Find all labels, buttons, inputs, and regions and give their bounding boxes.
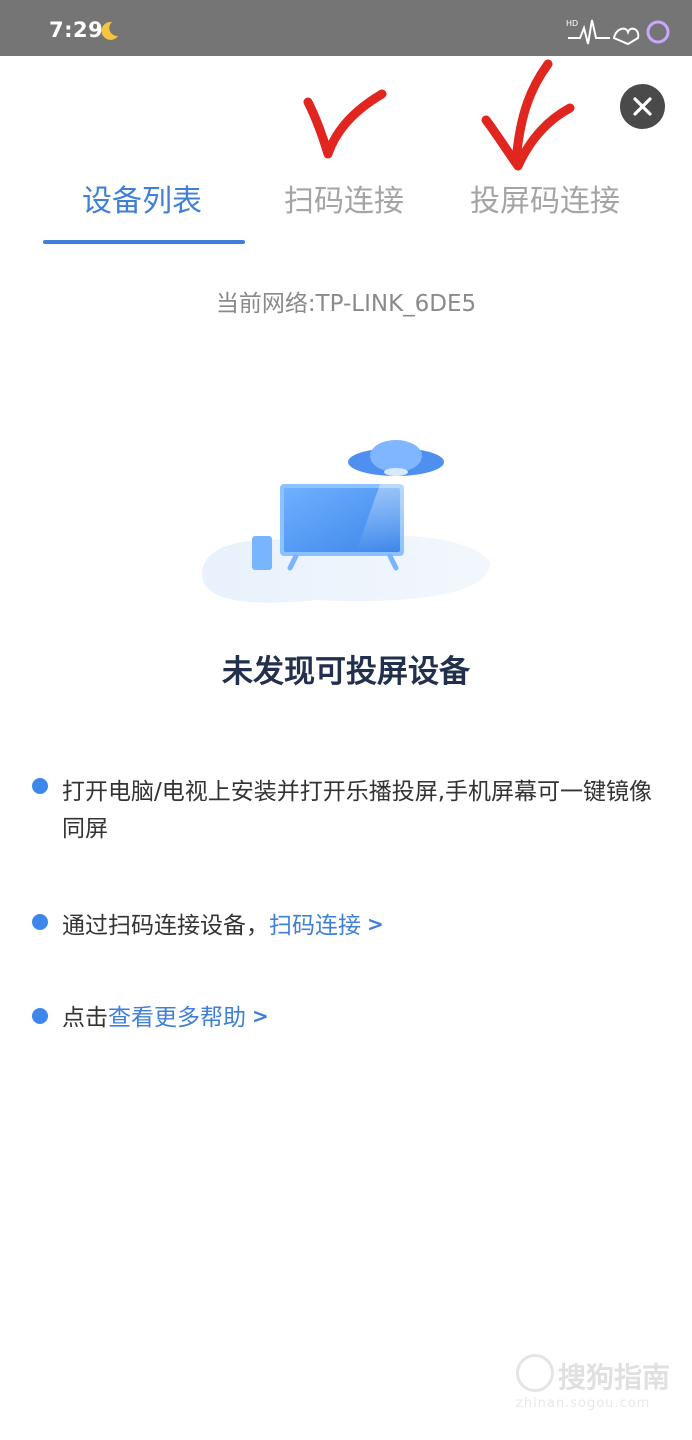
tip-scan-connect: 通过扫码连接设备，扫码连接 >: [62, 906, 384, 945]
phone-icon: [252, 536, 272, 570]
bullet-dot: [32, 1008, 48, 1024]
bullet-dot: [32, 914, 48, 930]
tip-more-help: 点击查看更多帮助 >: [62, 998, 269, 1037]
tab-cast-code-connect[interactable]: 投屏码连接: [470, 182, 620, 222]
svg-text:HD: HD: [566, 19, 578, 28]
tip-scan-text: 通过扫码连接设备，: [62, 913, 269, 939]
close-button[interactable]: [620, 84, 665, 129]
more-help-link[interactable]: 查看更多帮助: [108, 1005, 246, 1031]
watermark-url: zhinan.sogou.com: [516, 1396, 651, 1411]
tab-device-list[interactable]: 设备列表: [82, 182, 202, 222]
sogou-watermark: 搜狗指南 zhinan.sogou.com: [516, 1354, 676, 1424]
current-network-label: 当前网络:TP-LINK_6DE5: [215, 291, 477, 317]
no-device-illustration: [201, 440, 491, 603]
moon-icon: [101, 21, 118, 40]
battery-icon: [646, 20, 670, 44]
tab-scan-connect[interactable]: 扫码连接: [284, 182, 404, 222]
chevron-right-icon: >: [252, 1004, 269, 1028]
wifi-icon: [612, 27, 640, 46]
ufo-icon: [348, 440, 444, 476]
annotation-arrow-mark: [481, 59, 575, 171]
bullet-dot: [32, 778, 48, 794]
scan-connect-link[interactable]: 扫码连接: [269, 913, 361, 939]
watermark-text: 搜狗指南: [558, 1361, 671, 1394]
empty-state-title: 未发现可投屏设备: [222, 654, 470, 690]
close-icon: [633, 97, 652, 116]
annotation-check-mark: [303, 89, 387, 159]
chevron-right-icon: >: [367, 912, 384, 936]
status-icons: HD: [566, 19, 670, 46]
active-tab-indicator: [43, 240, 245, 244]
tip-help-prefix: 点击: [62, 1005, 108, 1031]
sogou-logo-icon: [516, 1354, 554, 1392]
tip-install-app: 打开电脑/电视上安装并打开乐播投屏,手机屏幕可一键镜像同屏: [62, 779, 653, 842]
status-time: 7:29: [49, 18, 104, 42]
hd-icon: HD: [566, 19, 578, 28]
status-bar: 7:29 HD: [0, 0, 692, 56]
